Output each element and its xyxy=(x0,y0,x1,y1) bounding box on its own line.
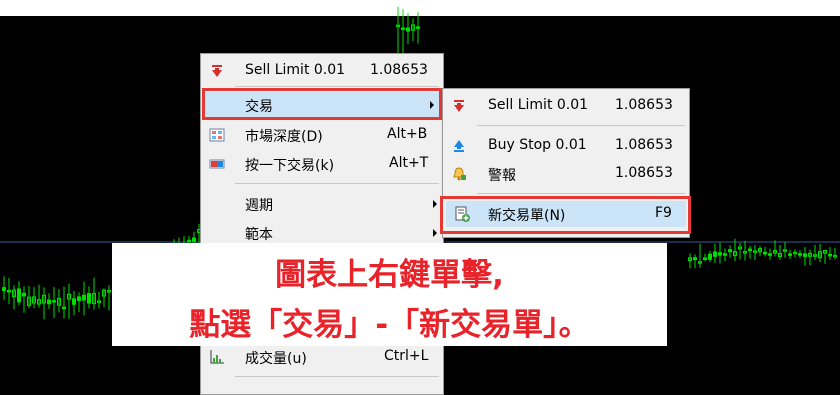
candle-body xyxy=(693,257,697,261)
market-depth-icon xyxy=(209,127,225,143)
new-order-highlight-box xyxy=(440,196,691,234)
volumes-icon xyxy=(209,349,225,365)
menu-item-shortcut: Alt+B xyxy=(387,126,428,142)
instruction-line-2: 點選「交易」-「新交易單」。 xyxy=(189,307,590,343)
submenu-item-alarm[interactable]: 警報 1.08653 xyxy=(443,161,689,187)
menu-item-label: Sell Limit 0.01 xyxy=(488,97,589,113)
menu-item-value: 1.08653 xyxy=(615,97,673,113)
menu-item-label: 週期 xyxy=(245,198,273,214)
candle-body xyxy=(828,253,832,257)
candle-body xyxy=(406,27,410,32)
candle-body xyxy=(703,257,707,261)
candle-body xyxy=(82,294,86,301)
candle-body xyxy=(47,299,51,305)
menu-item-value: 1.08653 xyxy=(615,137,673,153)
candle-body xyxy=(401,27,405,30)
menu-item-label: 市場深度(D) xyxy=(245,129,323,145)
trading-highlight-box xyxy=(202,88,442,120)
submenu-item-sell-limit[interactable]: Sell Limit 0.01 1.08653 xyxy=(443,93,689,119)
menu-item-value: 1.08653 xyxy=(370,62,428,78)
candle-body xyxy=(62,306,66,310)
candle-body xyxy=(713,251,717,257)
menu-item-label: 範本 xyxy=(245,227,273,243)
menu-item-one-click-trading[interactable]: 按一下交易(k) Alt+T xyxy=(201,151,443,177)
menu-item-shortcut: Ctrl+L xyxy=(384,348,429,364)
menu-item-timeframe[interactable]: 週期 xyxy=(201,191,443,217)
candle-body xyxy=(728,249,732,253)
menu-item-label: 警報 xyxy=(488,168,516,184)
menu-item-label: 按一下交易(k) xyxy=(245,158,335,174)
candle-body xyxy=(22,292,26,297)
one-click-trading-icon xyxy=(209,156,225,172)
menu-item-label: Buy Stop 0.01 xyxy=(488,137,587,153)
candle-body xyxy=(708,253,712,260)
candle-body xyxy=(763,251,767,255)
candle-body xyxy=(87,293,91,304)
candle-body xyxy=(187,239,191,243)
sell-limit-icon xyxy=(451,98,467,114)
candle-body xyxy=(768,253,772,256)
menu-separator xyxy=(477,125,685,126)
candle-body xyxy=(7,289,11,293)
candle-body xyxy=(798,253,802,256)
menu-item-volumes[interactable]: 成交量(u) Ctrl+L xyxy=(201,344,443,370)
menu-item-shortcut: Alt+T xyxy=(389,155,429,171)
menu-item-label: Sell Limit 0.01 xyxy=(245,62,346,78)
submenu-item-buy-stop[interactable]: Buy Stop 0.01 1.08653 xyxy=(443,133,689,159)
candle-body xyxy=(2,287,6,291)
candle-body xyxy=(17,288,21,303)
sell-limit-icon xyxy=(209,63,225,79)
candle-body xyxy=(192,237,196,243)
menu-item-label: 成交量(u) xyxy=(245,351,307,367)
menu-item-market-depth[interactable]: 市場深度(D) Alt+B xyxy=(201,122,443,148)
menu-item-sell-limit[interactable]: Sell Limit 0.01 1.08653 xyxy=(201,58,443,84)
candle-body xyxy=(72,298,76,305)
menu-separator xyxy=(477,193,685,194)
menu-item-value: 1.08653 xyxy=(615,165,673,181)
menu-separator xyxy=(235,183,439,184)
candle-body xyxy=(723,253,727,256)
chevron-right-icon xyxy=(433,229,437,237)
candle-body xyxy=(803,253,807,257)
candle-body xyxy=(52,300,56,303)
alarm-bell-icon xyxy=(451,166,467,182)
candle-body xyxy=(788,253,792,256)
candle-body xyxy=(748,248,752,252)
menu-separator xyxy=(235,86,439,87)
menu-separator xyxy=(235,376,439,377)
instruction-line-1: 圖表上右鍵單擊, xyxy=(275,257,504,293)
buy-stop-icon xyxy=(451,138,467,154)
candle-body xyxy=(416,26,420,29)
instruction-overlay: 圖表上右鍵單擊, 點選「交易」-「新交易單」。 xyxy=(112,243,667,346)
chevron-right-icon xyxy=(433,200,437,208)
candle-body xyxy=(77,296,81,301)
candle-body xyxy=(718,252,722,256)
